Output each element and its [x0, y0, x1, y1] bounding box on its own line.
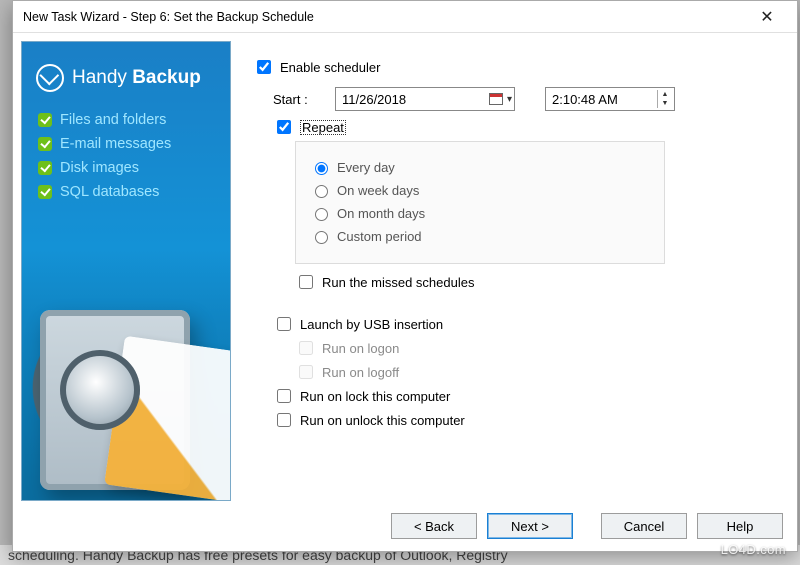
safe-illustration [22, 250, 230, 500]
run-on-logon-checkbox: Run on logon [295, 338, 789, 358]
radio-month-days[interactable]: On month days [310, 205, 650, 221]
start-date-value: 11/26/2018 [342, 92, 406, 107]
titlebar: New Task Wizard - Step 6: Set the Backup… [13, 1, 797, 33]
enable-scheduler-input[interactable] [257, 60, 271, 74]
radio-every-day[interactable]: Every day [310, 159, 650, 175]
start-date-picker[interactable]: 11/26/2018 ▾ [335, 87, 515, 111]
start-time-picker[interactable]: 2:10:48 AM ▲ ▼ [545, 87, 675, 111]
next-button[interactable]: Next > [487, 513, 573, 539]
sidebar-banner: Handy Backup Files and folders E-mail me… [21, 41, 231, 501]
cancel-button[interactable]: Cancel [601, 513, 687, 539]
back-button[interactable]: < Back [391, 513, 477, 539]
repeat-checkbox[interactable]: Repeat [273, 117, 789, 137]
run-on-unlock-checkbox[interactable]: Run on unlock this computer [273, 410, 789, 430]
run-on-logoff-checkbox: Run on logoff [295, 362, 789, 382]
run-missed-checkbox[interactable]: Run the missed schedules [295, 272, 789, 292]
time-spinner-up[interactable]: ▲ [658, 90, 672, 99]
handy-backup-logo-icon [36, 64, 64, 92]
form-area: Enable scheduler Start : 11/26/2018 ▾ 2:… [253, 41, 789, 501]
run-on-lock-checkbox[interactable]: Run on lock this computer [273, 386, 789, 406]
radio-custom-period[interactable]: Custom period [310, 228, 650, 244]
check-icon [38, 113, 52, 127]
wizard-footer: < Back Next > Cancel Help [13, 501, 797, 551]
start-time-value: 2:10:48 AM [552, 92, 618, 107]
radio-week-days[interactable]: On week days [310, 182, 650, 198]
enable-scheduler-checkbox[interactable]: Enable scheduler [253, 57, 789, 77]
chevron-down-icon[interactable]: ▾ [507, 94, 512, 105]
launch-usb-checkbox[interactable]: Launch by USB insertion [273, 314, 789, 334]
brand-name: Handy Backup [72, 67, 201, 89]
window-title: New Task Wizard - Step 6: Set the Backup… [23, 10, 747, 24]
repeat-options-group: Every day On week days On month days Cus… [295, 141, 665, 264]
calendar-icon [489, 93, 503, 105]
check-icon [38, 161, 52, 175]
repeat-input[interactable] [277, 120, 291, 134]
feature-list: Files and folders E-mail messages Disk i… [38, 112, 216, 200]
help-button[interactable]: Help [697, 513, 783, 539]
check-icon [38, 137, 52, 151]
check-icon [38, 185, 52, 199]
time-spinner-down[interactable]: ▼ [658, 99, 672, 108]
wizard-window: New Task Wizard - Step 6: Set the Backup… [12, 0, 798, 552]
start-label: Start : [273, 92, 321, 107]
close-button[interactable]: ✕ [747, 7, 787, 27]
